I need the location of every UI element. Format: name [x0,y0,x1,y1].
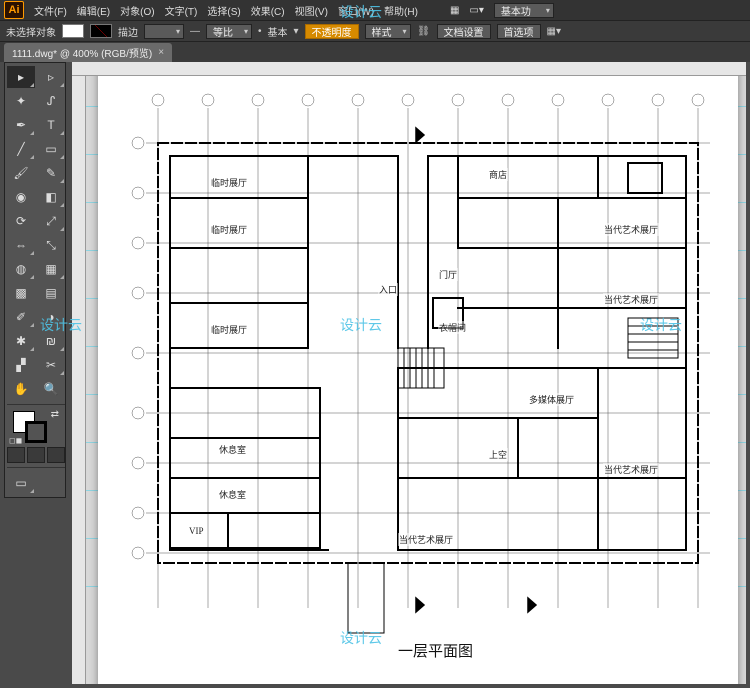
stroke-color[interactable] [25,421,47,443]
room-label: 当代艺术展厅 [398,533,454,546]
room-label: 临时展厅 [210,176,248,189]
menu-edit[interactable]: 编辑(E) [77,3,110,18]
document-tab-title: 1111.dwg* @ 400% (RGB/预览) [12,45,152,60]
menu-object[interactable]: 对象(O) [120,3,154,18]
menu-view[interactable]: 视图(V) [295,3,328,18]
zoom-tool[interactable]: 🔍 [37,378,65,400]
style-dropdown[interactable]: 样式 [365,24,411,39]
free-transform-tool[interactable]: ⤡ [37,234,65,256]
hand-tool[interactable]: ✋ [7,378,35,400]
menu-type[interactable]: 文字(T) [165,3,198,18]
document-setup-button[interactable]: 文档设置 [437,24,491,39]
opacity-button[interactable]: 不透明度 [305,24,359,39]
shape-builder-tool[interactable]: ◍ [7,258,35,280]
screen-mode[interactable]: ▭ [7,472,35,494]
rotate-tool[interactable]: ⟳ [7,210,35,232]
gradient-tool[interactable]: ▤ [37,282,65,304]
canvas[interactable]: 临时展厅 临时展厅 临时展厅 商店 门厅 入口 衣帽间 当代艺术展厅 当代艺术展… [86,76,746,684]
blob-brush-tool[interactable]: ◉ [7,186,35,208]
direct-selection-tool[interactable]: ▹ [37,66,65,88]
room-label: 多媒体展厅 [528,393,575,406]
room-label: 休息室 [218,488,247,501]
workspace: 临时展厅 临时展厅 临时展厅 商店 门厅 入口 衣帽间 当代艺术展厅 当代艺术展… [72,62,746,684]
document-tab[interactable]: 1111.dwg* @ 400% (RGB/预览) × [4,43,172,62]
workspace-switcher[interactable]: 基本功 [494,3,554,18]
arrange-icon[interactable]: ▭▾ [469,5,483,16]
line-tool[interactable]: ╱ [7,138,35,160]
floor-plan-artwork[interactable]: 临时展厅 临时展厅 临时展厅 商店 门厅 入口 衣帽间 当代艺术展厅 当代艺术展… [98,76,738,684]
stroke-label: 描边 [118,24,138,39]
menu-window[interactable]: 窗口(W) [338,3,374,18]
room-label: 临时展厅 [210,323,248,336]
paintbrush-tool[interactable]: 🖌 [7,162,35,184]
workspace-label: 基本功 [501,3,531,18]
menu-file[interactable]: 文件(F) [34,3,67,18]
default-colors-icon[interactable]: ◻◼ [9,436,22,445]
brush-basic-label: 基本 [268,24,288,39]
document-tab-bar: 1111.dwg* @ 400% (RGB/预览) × [0,42,750,62]
perspective-tool[interactable]: ▦ [37,258,65,280]
link-icon[interactable]: ⛓ [417,24,431,38]
scale-tool[interactable]: ⤢ [37,210,65,232]
artboard-tool[interactable]: ▞ [7,354,35,376]
tools-panel: ▸ ▹ ✦ ᔑ ✒ T ╱ ▭ 🖌 ✎ ◉ ◧ ⟳ ⤢ ⇔ ⤡ ◍ ▦ ▩ ▤ … [4,62,66,498]
mesh-tool[interactable]: ▩ [7,282,35,304]
draw-modes [7,447,65,463]
pen-tool[interactable]: ✒ [7,114,35,136]
color-swatches[interactable]: ⇄ ◻◼ [7,409,65,445]
room-label: 入口 [378,283,398,296]
no-selection-label: 未选择对象 [6,24,56,39]
room-label: 上空 [488,448,508,461]
control-bar: 未选择对象 描边 — 等比 • 基本 ▾ 不透明度 样式 ⛓ 文档设置 首选项 … [0,20,750,42]
profile-dropdown[interactable]: 等比 [206,24,252,39]
menu-help[interactable]: 帮助(H) [384,3,418,18]
bridge-icon[interactable]: ▦ [450,5,459,16]
room-label: 当代艺术展厅 [603,463,659,476]
selection-tool[interactable]: ▸ [7,66,35,88]
menu-effect[interactable]: 效果(C) [251,3,285,18]
draw-normal[interactable] [7,447,25,463]
fill-swatch[interactable] [62,24,84,38]
swap-colors-icon[interactable]: ⇄ [51,409,59,420]
drawing-title: 一层平面图 [398,640,473,661]
eraser-tool[interactable]: ◧ [37,186,65,208]
align-icon[interactable]: ▦▾ [547,26,561,37]
menu-bar: Ai 文件(F) 编辑(E) 对象(O) 文字(T) 选择(S) 效果(C) 视… [0,0,750,20]
symbol-sprayer-tool[interactable]: ✱ [7,330,35,352]
room-label: VIP [188,526,205,536]
app-badge: Ai [4,1,24,19]
room-label: 当代艺术展厅 [603,293,659,306]
stroke-weight-dropdown[interactable] [144,24,184,39]
pencil-tool[interactable]: ✎ [37,162,65,184]
blend-tool[interactable]: ◑ [37,306,65,328]
width-tool[interactable]: ⇔ [7,234,35,256]
lasso-tool[interactable]: ᔑ [37,90,65,112]
close-icon[interactable]: × [158,47,164,58]
rectangle-tool[interactable]: ▭ [37,138,65,160]
ruler-horizontal[interactable] [72,62,746,76]
draw-behind[interactable] [27,447,45,463]
preferences-button[interactable]: 首选项 [497,24,541,39]
slice-tool[interactable]: ✂ [37,354,65,376]
magic-wand-tool[interactable]: ✦ [7,90,35,112]
room-label: 商店 [488,168,508,181]
type-tool[interactable]: T [37,114,65,136]
draw-inside[interactable] [47,447,65,463]
artboard[interactable]: 临时展厅 临时展厅 临时展厅 商店 门厅 入口 衣帽间 当代艺术展厅 当代艺术展… [98,76,738,684]
stroke-swatch[interactable] [90,24,112,38]
eyedropper-tool[interactable]: ✐ [7,306,35,328]
room-label: 门厅 [438,268,458,281]
room-label: 衣帽间 [438,321,467,334]
column-graph-tool[interactable]: ₪ [37,330,65,352]
ruler-vertical[interactable] [72,76,86,684]
room-label: 当代艺术展厅 [603,223,659,236]
menu-select[interactable]: 选择(S) [207,3,240,18]
room-label: 临时展厅 [210,223,248,236]
room-label: 休息室 [218,443,247,456]
